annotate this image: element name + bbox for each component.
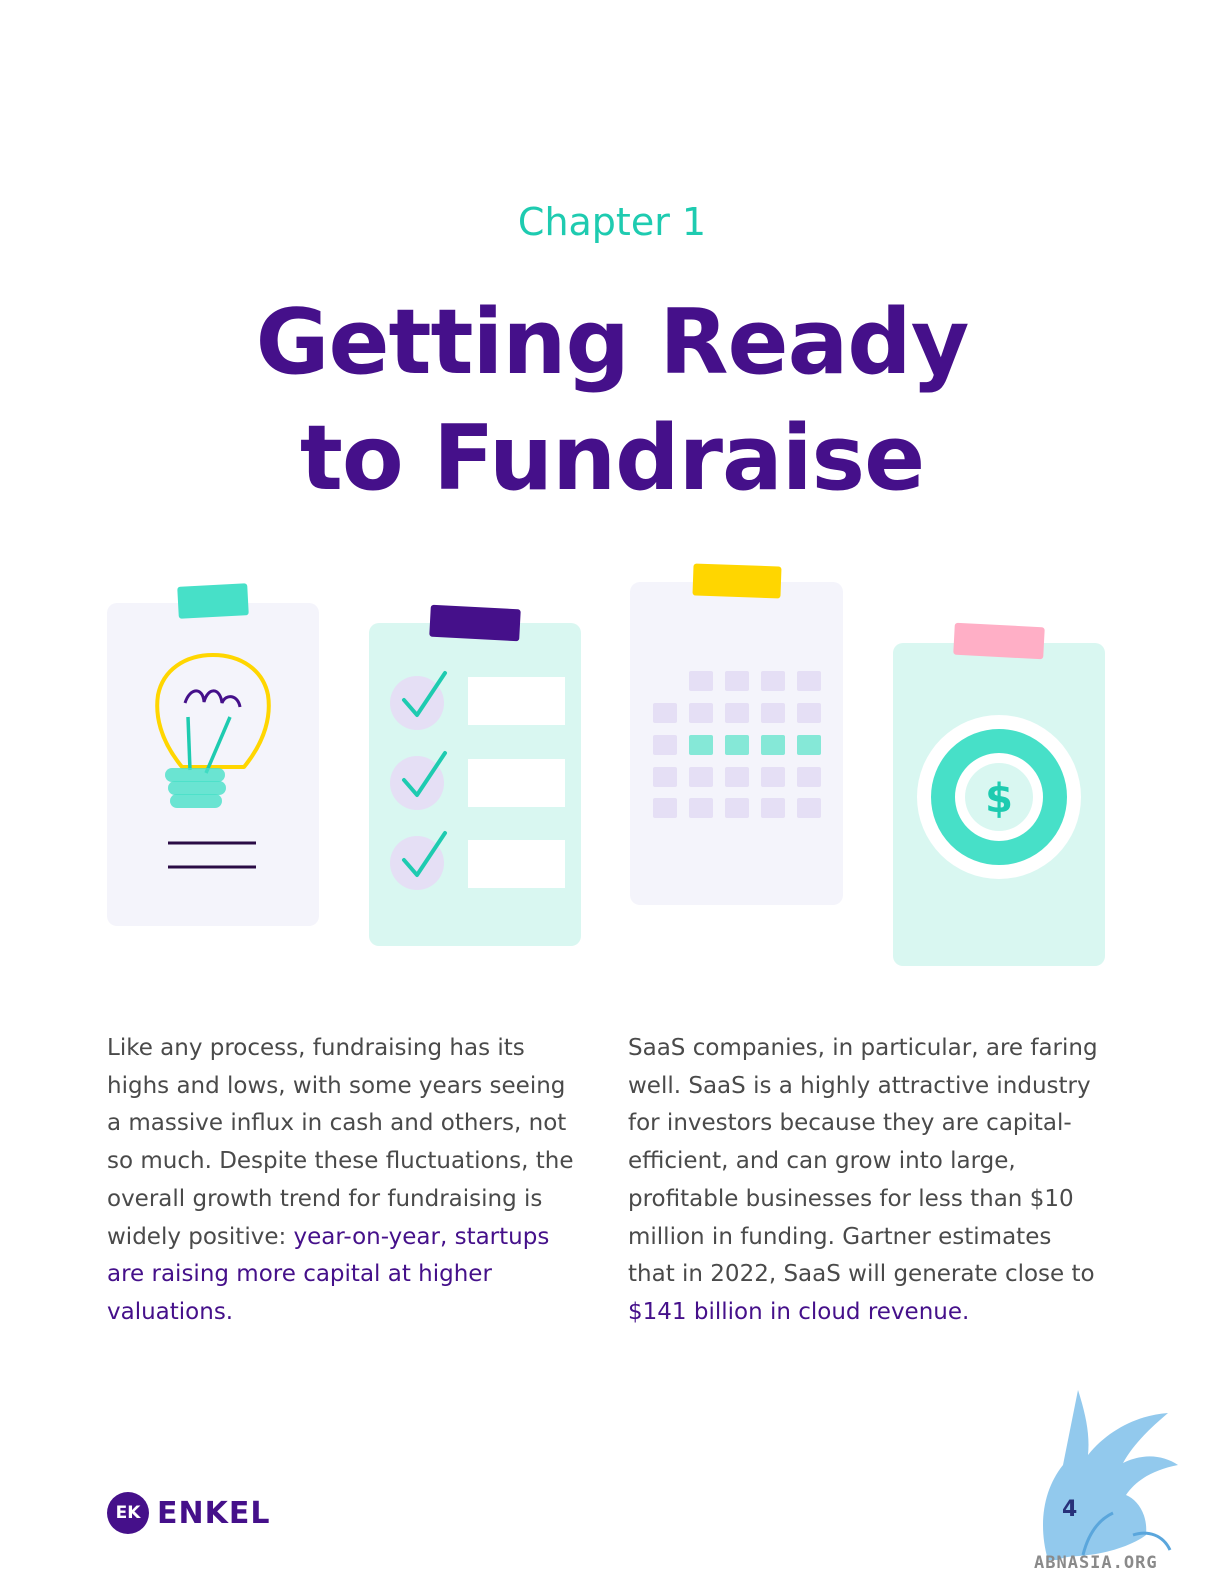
tape-pink — [953, 622, 1045, 660]
body-right-highlight: $141 billion in cloud revenue. — [628, 1298, 970, 1325]
enkel-logo: EK ENKEL — [107, 1492, 270, 1534]
tape-purple — [429, 604, 521, 642]
body-paragraph-left: Like any process, fundraising has its hi… — [107, 1030, 577, 1332]
illustration: $ — [107, 563, 1105, 966]
calendar-card — [630, 563, 843, 905]
checklist-card — [369, 604, 581, 946]
chapter-label: Chapter 1 — [517, 200, 707, 244]
page-number: 4 — [1062, 1497, 1078, 1522]
dollar-coin-icon: $ — [917, 715, 1081, 879]
watermark-text: ABNASIA.ORG — [1034, 1553, 1158, 1573]
logo-text: ENKEL — [157, 1495, 271, 1531]
tape-yellow — [692, 563, 782, 599]
body-left-text: Like any process, fundraising has its hi… — [107, 1035, 574, 1250]
title-line-2: to Fundraise — [299, 406, 925, 511]
title-line-1: Getting Ready — [255, 290, 970, 395]
body-right-text: SaaS companies, in particular, are farin… — [628, 1035, 1098, 1288]
lightbulb-card — [107, 583, 319, 926]
body-paragraph-right: SaaS companies, in particular, are farin… — [628, 1030, 1098, 1332]
logo-mark: EK — [107, 1492, 149, 1534]
tape-teal — [177, 583, 249, 619]
money-card: $ — [893, 622, 1105, 966]
watermark-griffin-image — [1043, 1390, 1178, 1560]
dollar-symbol: $ — [985, 776, 1013, 822]
page-title: Getting Ready to Fundraise — [0, 285, 1224, 517]
